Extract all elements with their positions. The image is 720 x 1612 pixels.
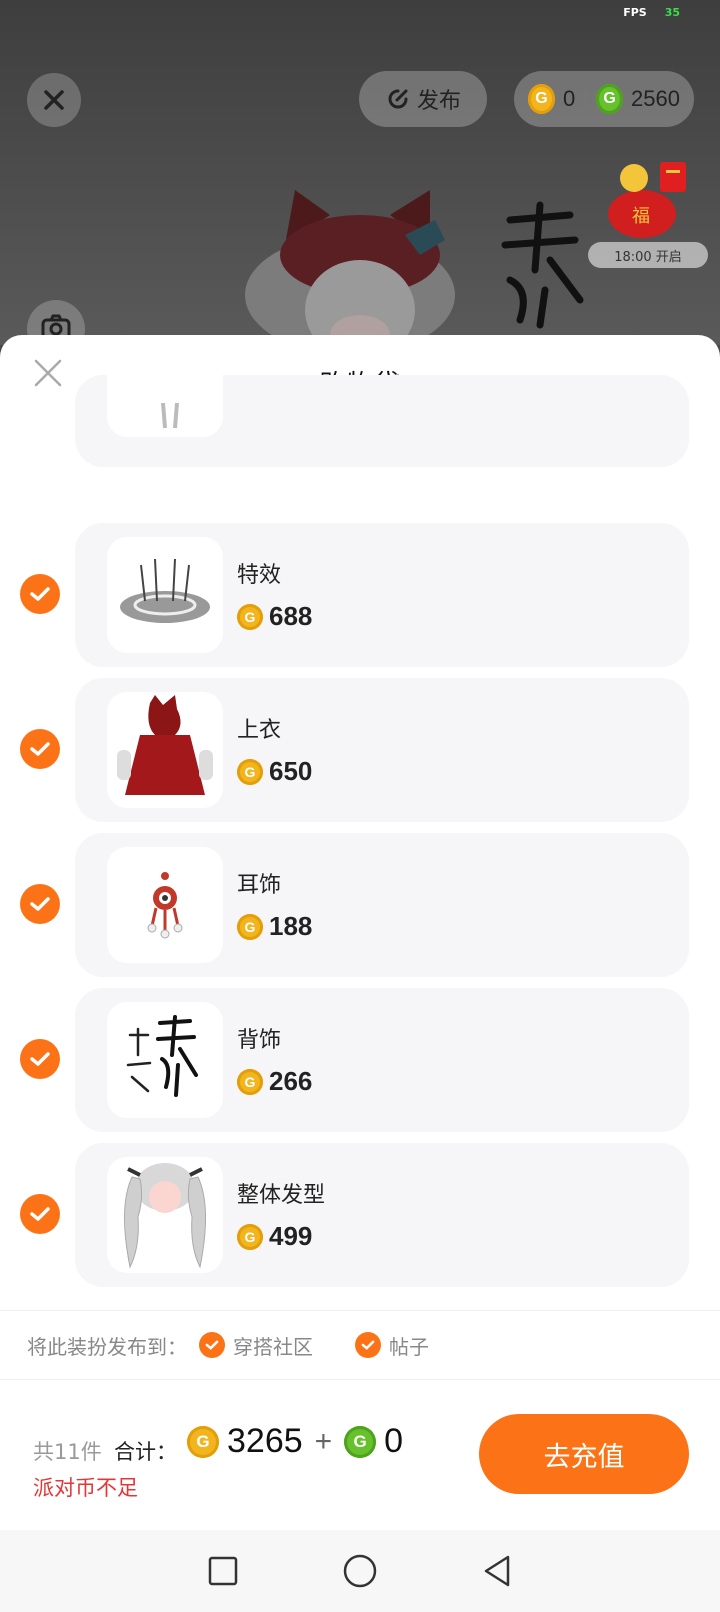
- gold-coin-icon: G: [187, 1425, 219, 1458]
- check-icon: [30, 742, 50, 756]
- divider: [585, 91, 587, 107]
- item-price: G 188: [237, 911, 312, 942]
- item-thumbnail: [107, 1157, 223, 1273]
- svg-text:福: 福: [632, 206, 650, 227]
- fps-counter: FPS 35: [623, 6, 680, 19]
- item-name: 特效: [237, 563, 282, 588]
- gold-coin-icon: G: [528, 84, 555, 114]
- option-label: 穿搭社区: [233, 1334, 313, 1359]
- legs-thumbnail: [161, 403, 179, 429]
- list-item[interactable]: [75, 335, 689, 467]
- gold-coin-icon: G: [237, 758, 263, 785]
- item-price: G 688: [237, 601, 312, 632]
- publish-icon: [388, 89, 408, 109]
- list-item[interactable]: 上衣 G 650: [75, 678, 689, 822]
- item-checkbox[interactable]: [20, 729, 60, 769]
- item-thumbnail: [107, 692, 223, 808]
- recharge-button[interactable]: 去充值: [479, 1414, 689, 1494]
- list-item[interactable]: 背饰 G 266: [75, 988, 689, 1132]
- check-icon: [30, 1052, 50, 1066]
- event-time-badge: 18:00 开启: [588, 242, 708, 268]
- item-price: G 266: [237, 1066, 312, 1097]
- price-value: 650: [269, 756, 313, 786]
- publish-label: 发布: [416, 89, 461, 114]
- publish-button[interactable]: 发布: [359, 71, 487, 127]
- earring-thumbnail: [147, 872, 183, 939]
- close-icon: [44, 90, 64, 110]
- nav-back-icon[interactable]: [482, 1555, 512, 1587]
- game-scene: FPS 35 发布 G 0 G 2560 福 18:00 开启: [0, 0, 720, 345]
- check-icon: [30, 897, 50, 911]
- top-thumbnail: [117, 695, 213, 801]
- publish-option-community[interactable]: 穿搭社区: [199, 1331, 313, 1360]
- list-item[interactable]: 特效 G 688: [75, 523, 689, 667]
- back-ornament-thumbnail: [126, 1015, 198, 1097]
- green-coin-icon: G: [596, 84, 624, 114]
- item-name: 耳饰: [237, 873, 282, 898]
- item-checkbox[interactable]: [20, 574, 60, 614]
- avatar-preview: [245, 190, 455, 345]
- item-name: 整体发型: [237, 1183, 326, 1208]
- publish-to-row: 将此装扮发布到： 穿搭社区 帖子: [0, 1310, 720, 1380]
- total-label: 合计：: [114, 1440, 177, 1464]
- check-icon: [355, 1332, 381, 1358]
- item-checkbox[interactable]: [20, 1039, 60, 1079]
- effect-thumbnail: [120, 558, 210, 623]
- item-checkbox[interactable]: [20, 884, 60, 924]
- item-price: G 499: [237, 1221, 312, 1252]
- item-count: 共11件: [33, 1440, 102, 1464]
- calligraphy-decoration: [501, 201, 584, 329]
- item-name: 上衣: [237, 718, 282, 743]
- item-thumbnail: [107, 1002, 223, 1118]
- item-price: G 650: [237, 756, 312, 787]
- price-value: 188: [269, 911, 313, 941]
- green-balance: 2560: [631, 86, 680, 111]
- nav-circle-icon[interactable]: [343, 1554, 377, 1588]
- system-nav-bar: [0, 1530, 720, 1612]
- gold-balance: 0: [562, 86, 576, 111]
- gold-total: 3265: [227, 1422, 303, 1460]
- green-coin-icon: G: [344, 1425, 377, 1458]
- item-name: 背饰: [237, 1028, 282, 1053]
- check-icon: [199, 1332, 225, 1358]
- gold-coin-icon: G: [237, 913, 263, 940]
- list-item[interactable]: 耳饰 G 188: [75, 833, 689, 977]
- list-item[interactable]: 整体发型 G 499: [75, 1143, 689, 1287]
- gold-coin-icon: G: [237, 603, 263, 630]
- check-icon: [30, 1207, 50, 1221]
- option-label: 帖子: [389, 1334, 429, 1359]
- checkout-summary: 共11件 合计： G 3265 + G 0 派对币不足 去充值: [0, 1380, 720, 1530]
- item-thumbnail: [107, 335, 223, 437]
- publish-option-post[interactable]: 帖子: [355, 1331, 429, 1360]
- lucky-bag-icon: 福: [608, 162, 686, 238]
- green-total: 0: [384, 1422, 404, 1460]
- wallet-balance[interactable]: G 0 G 2560: [514, 71, 694, 127]
- total-price: G 3265 + G 0: [187, 1422, 403, 1461]
- fps-value: 35: [664, 6, 680, 19]
- plus-sign: +: [314, 1424, 333, 1458]
- price-value: 688: [269, 601, 313, 631]
- gold-coin-icon: G: [237, 1223, 263, 1250]
- item-thumbnail: [107, 537, 223, 653]
- insufficient-warning: 派对币不足: [33, 1476, 138, 1500]
- item-thumbnail: [107, 847, 223, 963]
- price-value: 499: [269, 1221, 313, 1251]
- item-checkbox[interactable]: [20, 1194, 60, 1234]
- fps-label: FPS: [623, 6, 647, 19]
- check-icon: [30, 587, 50, 601]
- gold-coin-icon: G: [237, 1068, 263, 1095]
- scene-close-button[interactable]: [27, 73, 81, 127]
- nav-square-icon[interactable]: [208, 1556, 238, 1586]
- event-entry[interactable]: 福 18:00 开启: [588, 158, 708, 268]
- hairstyle-thumbnail: [124, 1163, 206, 1269]
- price-value: 266: [269, 1066, 313, 1096]
- publish-to-label: 将此装扮发布到：: [27, 1334, 187, 1359]
